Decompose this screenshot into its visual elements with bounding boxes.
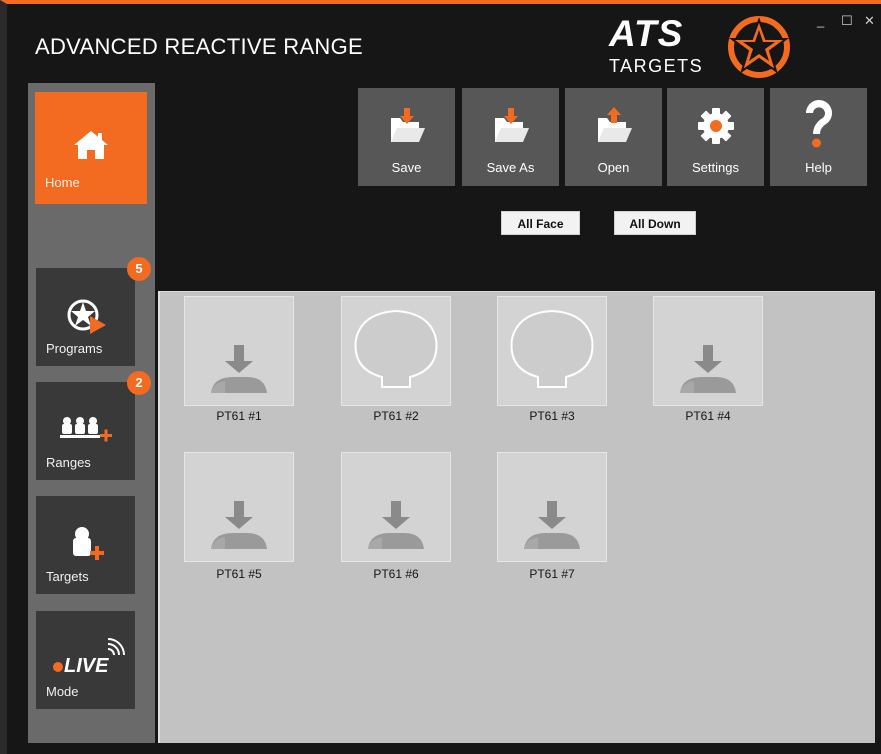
app-window: ADVANCED REACTIVE RANGE ATS TARGETS _ ☐ … xyxy=(0,0,881,754)
help-button[interactable]: Help xyxy=(770,88,867,186)
live-label: LIVE xyxy=(64,655,109,677)
save-button[interactable]: Save xyxy=(358,88,455,186)
target-card-6[interactable] xyxy=(341,452,451,562)
folder-save-as-icon xyxy=(462,106,559,152)
targets-add-icon xyxy=(36,524,135,564)
target-label: PT61 #6 xyxy=(373,567,419,581)
folder-save-icon xyxy=(358,106,455,152)
sidebar-item-home[interactable]: Home xyxy=(35,92,147,204)
all-face-button[interactable]: All Face xyxy=(501,211,580,235)
settings-button-label: Settings xyxy=(692,160,739,175)
sidebar-item-label: Mode xyxy=(46,684,79,699)
app-title: ADVANCED REACTIVE RANGE xyxy=(35,34,363,59)
sidebar-item-label: Ranges xyxy=(46,455,91,470)
target-card-3[interactable] xyxy=(497,296,607,406)
target-card-2[interactable] xyxy=(341,296,451,406)
close-button[interactable]: ✕ xyxy=(864,14,875,28)
programs-count-badge: 5 xyxy=(127,257,151,281)
target-card-4[interactable] xyxy=(653,296,763,406)
sidebar-item-label: Home xyxy=(45,175,80,190)
target-label: PT61 #3 xyxy=(529,409,575,423)
target-label: PT61 #4 xyxy=(685,409,731,423)
save-button-label: Save xyxy=(391,160,422,175)
target-card-7[interactable] xyxy=(497,452,607,562)
settings-button[interactable]: Settings xyxy=(667,88,764,186)
all-down-button[interactable]: All Down xyxy=(614,211,696,235)
logo-main-text: ATS xyxy=(609,13,684,54)
target-down-icon xyxy=(680,345,736,393)
folder-open-icon xyxy=(565,106,662,152)
target-down-icon xyxy=(524,501,580,549)
sidebar-item-programs[interactable]: Programs xyxy=(36,268,135,366)
programs-star-play-icon xyxy=(36,296,135,336)
question-icon xyxy=(770,98,867,148)
target-down-icon xyxy=(368,501,424,549)
sidebar-item-live-mode[interactable]: LIVE Mode xyxy=(36,611,135,709)
target-label: PT61 #5 xyxy=(216,567,262,581)
target-down-icon xyxy=(211,501,267,549)
sidebar-item-label: Programs xyxy=(46,341,103,356)
open-button[interactable]: Open xyxy=(565,88,662,186)
help-button-label: Help xyxy=(805,160,832,175)
target-face-icon xyxy=(510,309,594,388)
target-label: PT61 #2 xyxy=(373,409,419,423)
target-label: PT61 #1 xyxy=(216,409,262,423)
ranges-add-icon xyxy=(36,410,135,450)
targets-panel: PT61 #1 PT61 #2 PT61 #3 PT61 #4 PT61 #5 … xyxy=(158,291,875,743)
open-button-label: Open xyxy=(597,160,630,175)
target-card-5[interactable] xyxy=(184,452,294,562)
home-icon xyxy=(35,130,147,170)
logo-star-icon xyxy=(728,16,790,78)
logo-sub-text: TARGETS xyxy=(609,56,704,76)
target-face-icon xyxy=(354,309,438,388)
save-as-button-label: Save As xyxy=(486,160,535,175)
sidebar: Home Programs 5 Ranges 2 Targets LIVE Mo… xyxy=(28,83,155,743)
save-as-button[interactable]: Save As xyxy=(462,88,559,186)
maximize-button[interactable]: ☐ xyxy=(841,14,853,28)
minimize-button[interactable]: _ xyxy=(817,14,824,28)
sidebar-item-ranges[interactable]: Ranges xyxy=(36,382,135,480)
ats-targets-logo: ATS TARGETS xyxy=(609,14,799,82)
sidebar-item-label: Targets xyxy=(46,569,89,584)
target-label: PT61 #7 xyxy=(529,567,575,581)
target-card-1[interactable] xyxy=(184,296,294,406)
sidebar-item-targets[interactable]: Targets xyxy=(36,496,135,594)
ranges-count-badge: 2 xyxy=(127,371,151,395)
target-down-icon xyxy=(211,345,267,393)
gear-icon xyxy=(667,106,764,152)
